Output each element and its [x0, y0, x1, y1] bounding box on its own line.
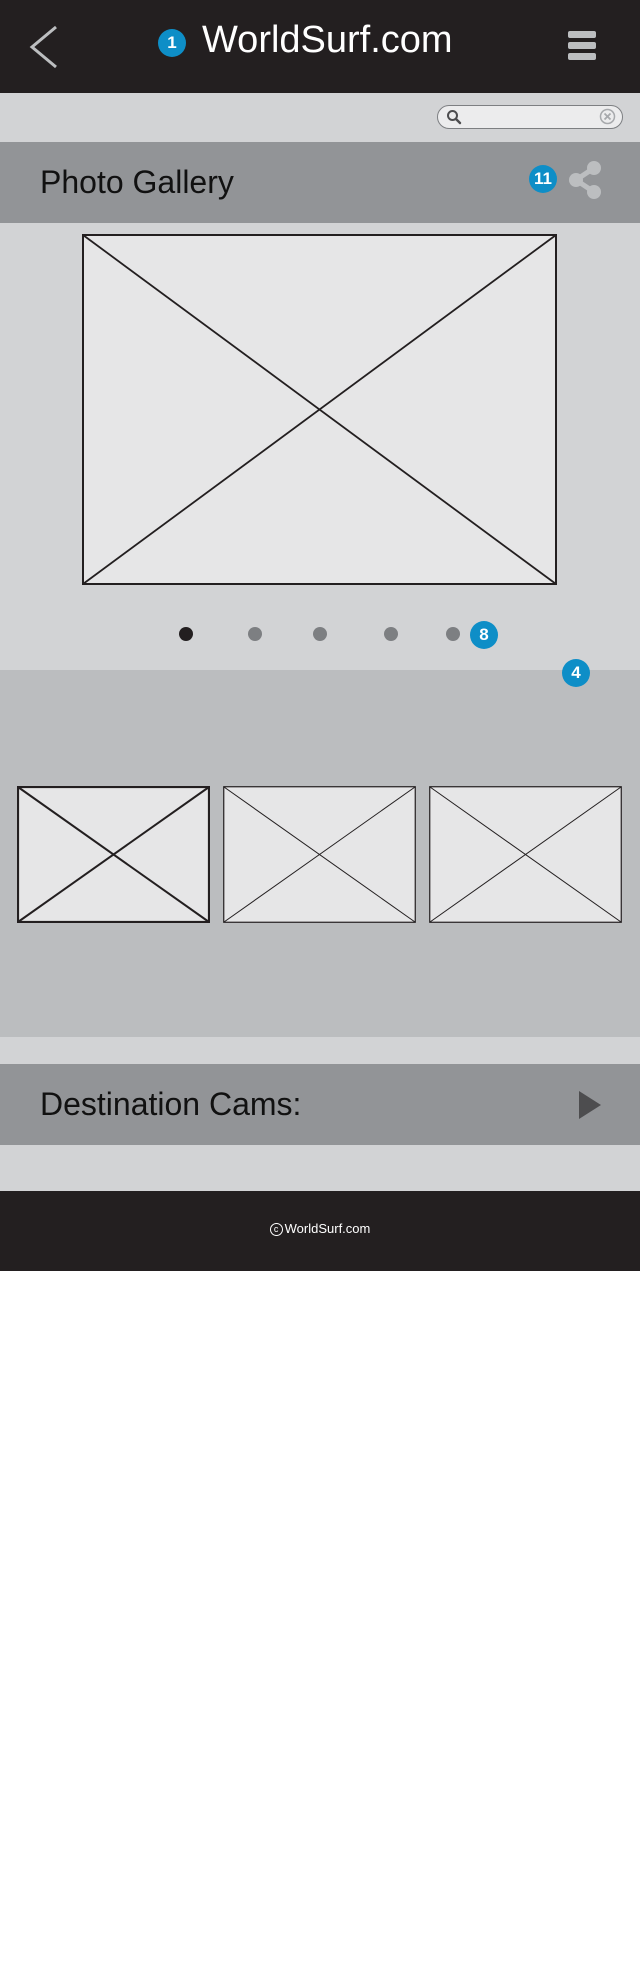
thumbnail-2[interactable]	[223, 786, 416, 923]
menu-button[interactable]	[566, 30, 598, 62]
carousel-dot-5[interactable]	[446, 627, 460, 641]
play-arrow-icon[interactable]	[578, 1090, 602, 1120]
carousel-dot-4[interactable]	[384, 627, 398, 641]
search-box[interactable]	[437, 105, 623, 129]
carousel-dot-3[interactable]	[313, 627, 327, 641]
thumbnail-3[interactable]	[429, 786, 622, 923]
hamburger-menu-icon	[568, 31, 596, 60]
section-spacer	[0, 1037, 640, 1064]
thumbnail-1[interactable]	[17, 786, 210, 923]
copyright-icon: c	[269, 1223, 283, 1236]
section-spacer-2	[0, 1145, 640, 1191]
search-icon	[447, 110, 462, 125]
chevron-left-icon	[29, 25, 57, 69]
annotation-badge-8: 8	[470, 621, 498, 649]
share-button[interactable]	[566, 160, 604, 200]
destination-cams-title: Destination Cams:	[40, 1086, 302, 1122]
search-input[interactable]	[466, 108, 594, 126]
back-button[interactable]	[26, 24, 66, 70]
carousel-dot-1[interactable]	[179, 627, 193, 641]
clear-icon[interactable]	[599, 108, 616, 125]
main-photo-placeholder[interactable]	[82, 234, 557, 585]
footer-copyright: c WorldSurf.com	[0, 1220, 640, 1238]
annotation-badge-4: 4	[562, 659, 590, 687]
carousel-dot-2[interactable]	[248, 627, 262, 641]
share-icon	[569, 161, 601, 199]
annotation-badge-11: 11	[529, 165, 557, 193]
photo-gallery-title: Photo Gallery	[40, 164, 234, 200]
footer-copyright-text: WorldSurf.com	[284, 1221, 371, 1236]
annotation-badge-1: 1	[158, 29, 186, 57]
site-title: WorldSurf.com	[202, 19, 453, 61]
